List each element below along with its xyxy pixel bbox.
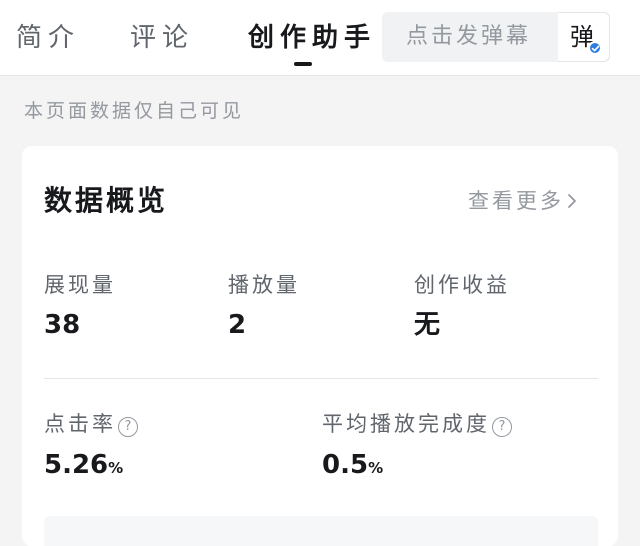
view-more-link[interactable]: 查看更多: [468, 184, 578, 218]
tab-comments[interactable]: 评论: [130, 20, 194, 56]
stats-divider: [44, 378, 598, 379]
help-icon[interactable]: ?: [118, 417, 138, 437]
stat-value-plays: 2: [228, 310, 247, 340]
top-tab-bar: 简介 评论 创作助手 点击发弹幕 弹: [0, 0, 640, 76]
stat-label-completion: 平均播放完成度: [322, 412, 490, 436]
danmaku-toggle-button[interactable]: 弹: [558, 12, 610, 62]
completion-unit: %: [368, 459, 384, 477]
stat-label-plays: 播放量: [228, 273, 300, 297]
stat-value-click-rate: 5.26%: [44, 448, 123, 485]
stat-label-impressions: 展现量: [44, 273, 116, 297]
stat-value-impressions: 38: [44, 310, 81, 340]
stat-completion: 平均播放完成度?: [322, 409, 512, 439]
stat-label-click-rate: 点击率: [44, 412, 116, 436]
danmaku-placeholder: 点击发弹幕: [406, 24, 532, 49]
stat-click-rate: 点击率?: [44, 409, 138, 439]
tab-intro[interactable]: 简介: [16, 20, 80, 56]
stat-value-completion: 0.5%: [322, 448, 383, 485]
view-more-label: 查看更多: [468, 189, 564, 213]
data-overview-card: 数据概览 查看更多 展现量 38 播放量 2 创作收益 无 点击率? 5.26%…: [22, 146, 618, 546]
check-icon: [588, 41, 602, 55]
help-icon[interactable]: ?: [492, 417, 512, 437]
next-section-strip: [44, 516, 598, 546]
privacy-notice: 本页面数据仅自己可见: [24, 100, 245, 122]
chevron-right-icon: [566, 186, 578, 220]
danmaku-input[interactable]: 点击发弹幕: [382, 12, 558, 62]
click-rate-number: 5.26: [44, 450, 109, 480]
tab-creator-assistant[interactable]: 创作助手: [248, 20, 376, 56]
completion-number: 0.5: [322, 450, 369, 480]
active-tab-indicator: [294, 62, 312, 66]
stat-value-earnings: 无: [414, 310, 441, 340]
click-rate-unit: %: [108, 459, 124, 477]
overview-title: 数据概览: [44, 184, 169, 217]
stat-label-earnings: 创作收益: [414, 273, 510, 297]
